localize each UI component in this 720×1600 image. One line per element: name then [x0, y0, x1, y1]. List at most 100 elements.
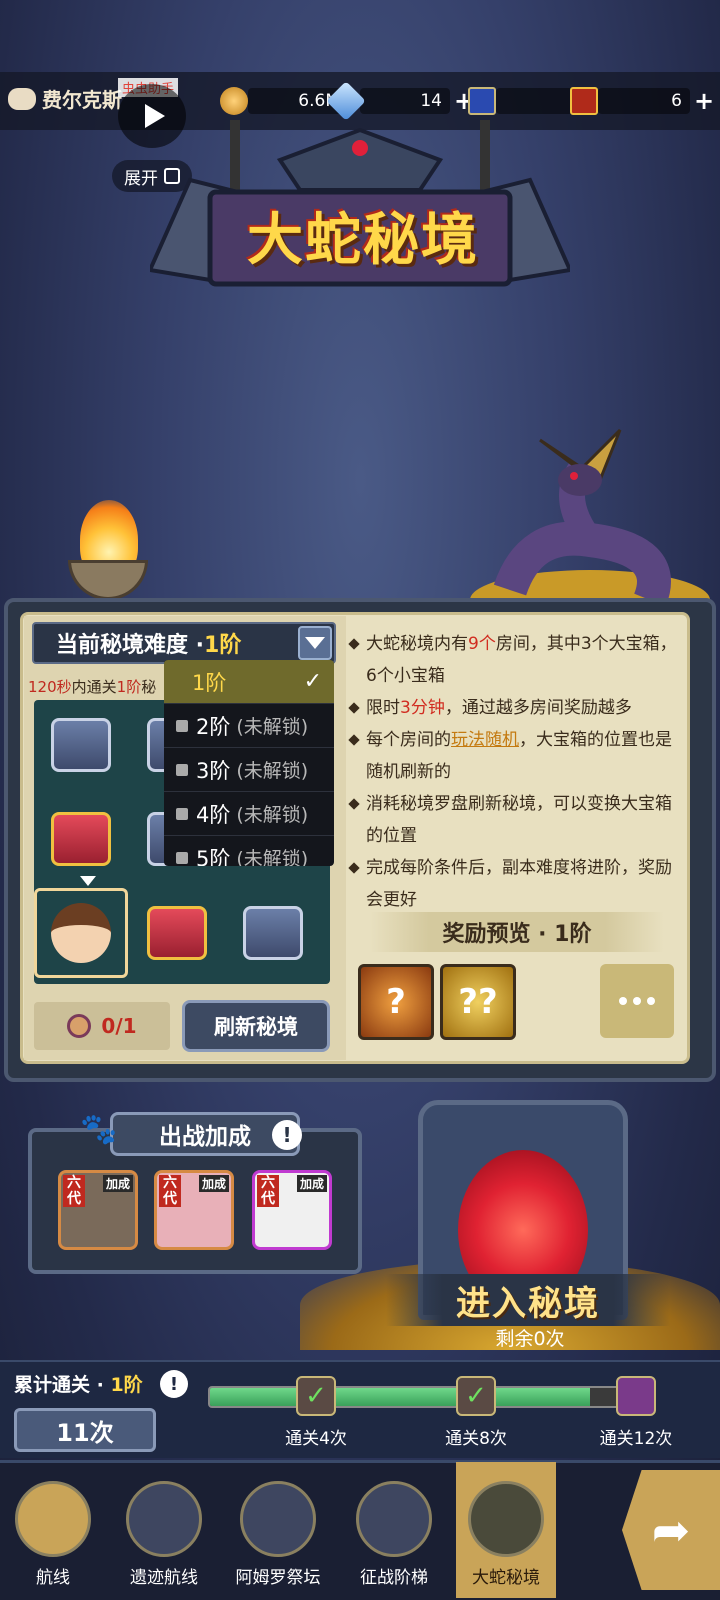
- condition-level: 1阶: [116, 678, 142, 696]
- difficulty-dropdown-toggle[interactable]: [298, 626, 332, 660]
- cumulative-count: 11次: [14, 1408, 156, 1452]
- big-chest-icon: [147, 906, 207, 960]
- hero-gen-badge: 六代: [257, 1175, 279, 1207]
- cumulative-info-button[interactable]: !: [160, 1370, 188, 1398]
- more-dot-icon: [647, 997, 655, 1005]
- gold-card-icon: [570, 87, 598, 115]
- compass-counter[interactable]: 0/1: [34, 1002, 170, 1050]
- difficulty-dropdown: 1阶 ✓ 2阶 (未解锁) 3阶 (未解锁) 4阶 (未解锁) 5阶 (未解锁): [164, 660, 334, 866]
- ticket-card-icon: [468, 87, 496, 115]
- crystal-value: 14: [360, 88, 450, 114]
- condition-text-1: 内通关: [71, 678, 117, 696]
- page-title: 大蛇秘境: [247, 208, 479, 273]
- room-cell[interactable]: [130, 888, 224, 978]
- option-label: 5阶: [196, 846, 231, 867]
- serpent-icon: [468, 1481, 544, 1557]
- small-chest-icon: [243, 906, 303, 960]
- player-avatar: [51, 903, 111, 963]
- rule-text: 限时: [366, 698, 400, 718]
- rule-text: ，通过越多房间奖励越多: [444, 698, 632, 718]
- share-button[interactable]: ➦: [622, 1470, 720, 1590]
- lock-icon: [176, 763, 188, 776]
- enter-realm-button[interactable]: 进入秘境: [386, 1274, 670, 1326]
- reward-coin-icon: ??: [458, 982, 498, 1022]
- nav-item-ladder[interactable]: 征战阶梯: [338, 1462, 450, 1598]
- option-label: 2阶: [196, 714, 231, 739]
- blue-crystal-icon: [326, 81, 366, 121]
- fist-icon: [8, 87, 36, 110]
- option-label: 4阶: [196, 802, 231, 827]
- cumulative-level: 1阶: [110, 1374, 143, 1396]
- progress-fill: [210, 1388, 591, 1406]
- reward-more-button[interactable]: [600, 964, 674, 1038]
- nav-item-altar[interactable]: 阿姆罗祭坛: [222, 1462, 334, 1598]
- player-marker-icon: [80, 876, 96, 886]
- milestone-chest-icon[interactable]: [616, 1376, 656, 1416]
- condition-time: 120秒: [28, 678, 72, 696]
- lock-icon: [176, 719, 188, 732]
- option-label: 3阶: [196, 758, 231, 783]
- milestone-label: 通关12次: [599, 1429, 673, 1449]
- difficulty-option-5[interactable]: 5阶 (未解锁): [164, 836, 334, 866]
- remaining-attempts: 剩余0次: [495, 1328, 565, 1350]
- resource-crystal[interactable]: 14 +: [326, 81, 474, 121]
- hero-card[interactable]: 六代 加成: [252, 1170, 332, 1250]
- difficulty-option-2[interactable]: 2阶 (未解锁): [164, 704, 334, 748]
- rule-item: 完成每阶条件后，副本难度将进阶，奖励会更好: [348, 852, 684, 916]
- nav-label: 航线: [36, 1568, 70, 1588]
- reward-mystery-coins[interactable]: ??: [440, 964, 516, 1040]
- share-arrow-icon: ➦: [651, 1503, 691, 1557]
- player-name-text: 费尔克斯: [42, 88, 122, 112]
- battle-bonus-info-button[interactable]: !: [272, 1120, 302, 1150]
- big-chest-icon: [51, 812, 111, 866]
- difficulty-option-3[interactable]: 3阶 (未解锁): [164, 748, 334, 792]
- milestone-chest-icon[interactable]: ✓: [296, 1376, 336, 1416]
- rules-list: 大蛇秘境内有9个房间，其中3个大宝箱，6个小宝箱 限时3分钟，通过越多房间奖励越…: [348, 628, 684, 916]
- player-room-cell[interactable]: [34, 888, 128, 978]
- nav-label: 遗迹航线: [130, 1568, 198, 1588]
- difficulty-selector[interactable]: 当前秘境难度 · 1阶: [32, 622, 336, 664]
- small-chest-icon: [51, 718, 111, 772]
- hero-bonus-tag: 加成: [296, 1175, 327, 1192]
- difficulty-level: 1阶: [204, 633, 242, 658]
- nav-item-route[interactable]: 航线: [0, 1462, 108, 1598]
- rule-text: 完成每阶条件后，副本难度将进阶，奖励会更好: [366, 858, 672, 910]
- ladder-icon: [356, 1481, 432, 1557]
- torch-bowl: [68, 560, 148, 600]
- hero-card[interactable]: 六代 加成: [58, 1170, 138, 1250]
- paw-icon: 🐾: [80, 1112, 118, 1147]
- room-cell[interactable]: [34, 700, 128, 790]
- compass-icon: [67, 1014, 92, 1038]
- rule-item: 消耗秘境罗盘刷新秘境，可以变换大宝箱的位置: [348, 788, 684, 852]
- room-cell[interactable]: [226, 888, 320, 978]
- cumulative-label-text: 累计通关 ·: [14, 1374, 111, 1396]
- resource-goldcard[interactable]: 6 +: [570, 86, 714, 116]
- altar-icon: [240, 1481, 316, 1557]
- cumulative-label: 累计通关 · 1阶: [14, 1370, 143, 1397]
- reward-mystery-item[interactable]: ?: [358, 964, 434, 1040]
- refresh-button[interactable]: 刷新秘境: [182, 1000, 330, 1052]
- progress-track: [208, 1386, 644, 1408]
- lock-icon: [176, 807, 188, 820]
- route-icon: [15, 1481, 91, 1557]
- room-cell[interactable]: [34, 794, 128, 884]
- difficulty-option-4[interactable]: 4阶 (未解锁): [164, 792, 334, 836]
- nav-label: 大蛇秘境: [472, 1568, 540, 1588]
- milestone-chest-icon[interactable]: ✓: [456, 1376, 496, 1416]
- nav-item-ruins-route[interactable]: 遗迹航线: [108, 1462, 220, 1598]
- difficulty-condition: 120秒内通关1阶秘: [28, 676, 156, 697]
- rule-text: 每个房间的: [366, 730, 451, 750]
- rule-text: 消耗秘境罗盘刷新秘境，可以变换大宝箱的位置: [366, 794, 672, 846]
- rule-item: 限时3分钟，通过越多房间奖励越多: [348, 692, 684, 724]
- player-name[interactable]: 费尔克斯: [8, 84, 122, 113]
- rule-item: 大蛇秘境内有9个房间，其中3个大宝箱，6个小宝箱: [348, 628, 684, 692]
- hero-gen-badge: 六代: [159, 1175, 181, 1207]
- reward-preview-title: 奖励预览 · 1阶: [370, 912, 664, 952]
- option-locked: (未解锁): [236, 716, 309, 738]
- lock-icon: [176, 851, 188, 864]
- chevron-down-icon: [305, 637, 325, 649]
- add-goldcard-button[interactable]: +: [694, 87, 714, 115]
- hero-card[interactable]: 六代 加成: [154, 1170, 234, 1250]
- nav-item-serpent-realm[interactable]: 大蛇秘境: [456, 1462, 556, 1598]
- difficulty-option-1[interactable]: 1阶 ✓: [164, 660, 334, 704]
